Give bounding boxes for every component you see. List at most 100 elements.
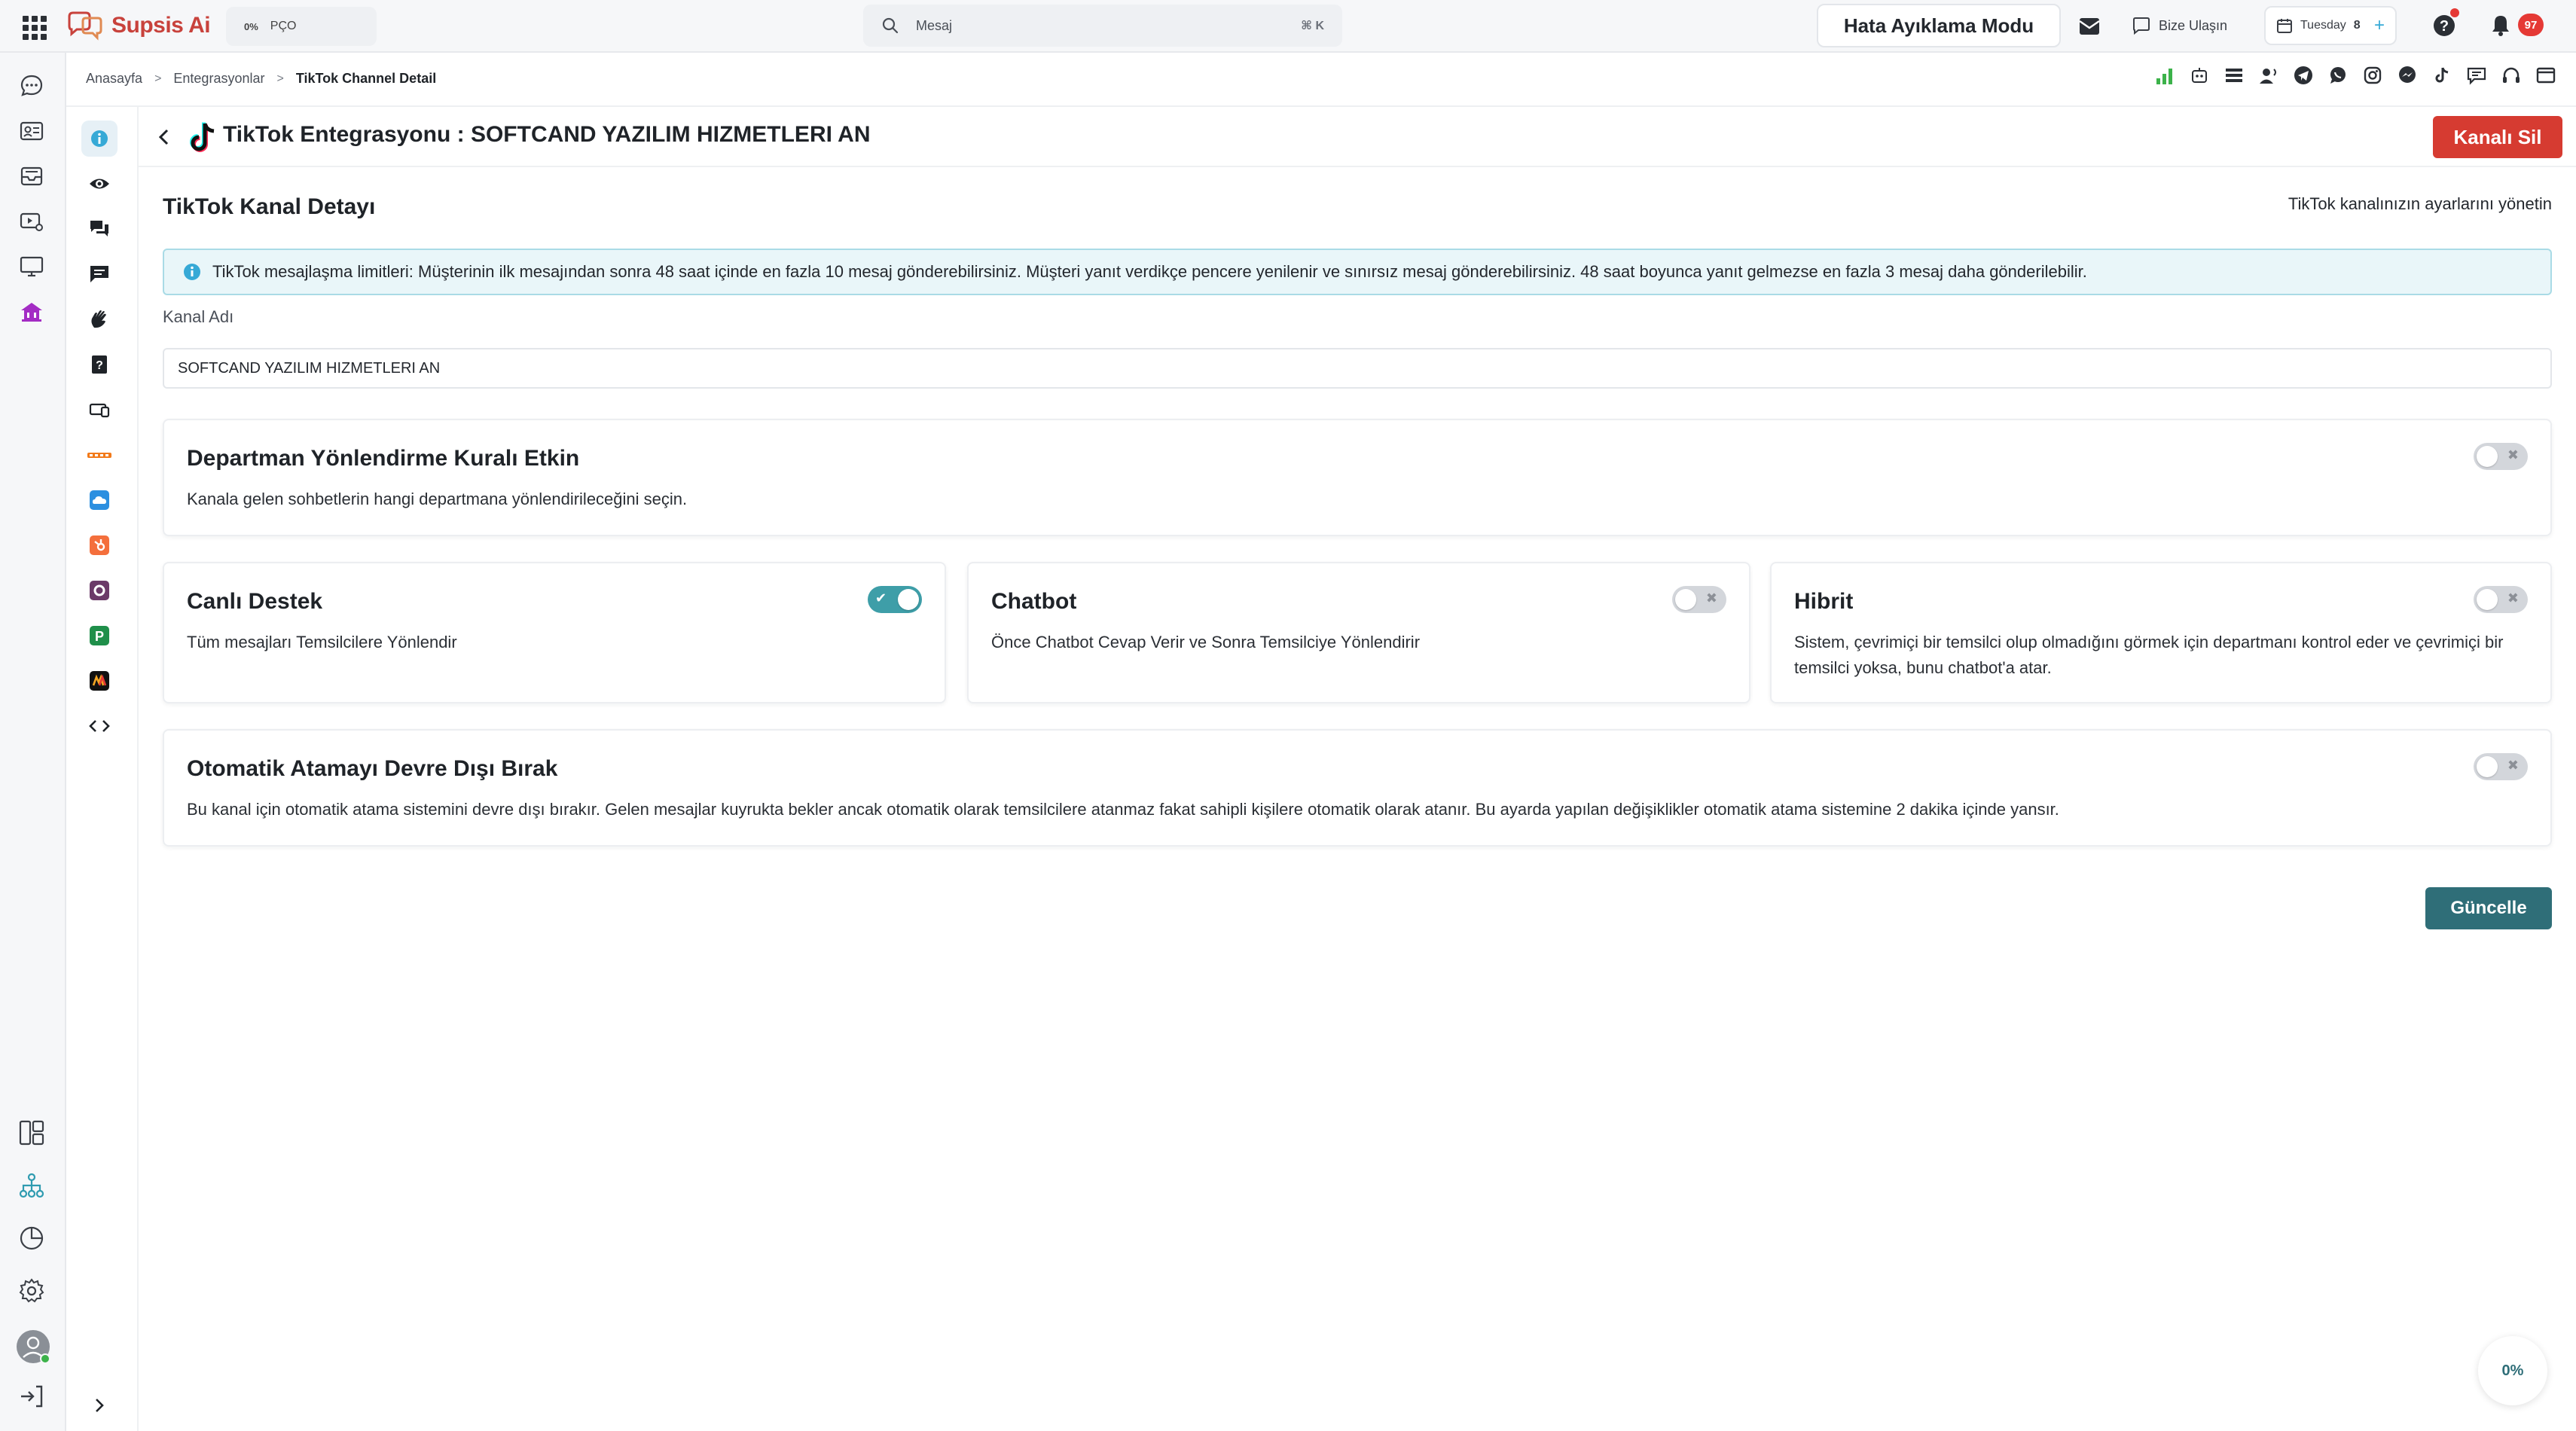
- integrations-home-icon[interactable]: [17, 297, 47, 327]
- notification-bell-icon[interactable]: [2487, 12, 2514, 39]
- channel-name-input[interactable]: [163, 348, 2552, 389]
- svg-text:?: ?: [2440, 18, 2449, 35]
- bot-icon[interactable]: [2189, 65, 2210, 86]
- expand-sidebar-icon[interactable]: [81, 1387, 118, 1423]
- cloud-icon[interactable]: [81, 482, 118, 518]
- global-search[interactable]: Mesaj ⌘ K: [863, 5, 1342, 47]
- conversations-icon[interactable]: [17, 71, 47, 101]
- hybrid-card[interactable]: Hibrit Sistem, çevrimiçi bir temsilci ol…: [1770, 562, 2552, 703]
- whatsapp-icon[interactable]: [2327, 65, 2349, 86]
- help-alert-dot: [2450, 8, 2459, 17]
- org-chart-icon[interactable]: [17, 1170, 47, 1201]
- toggle-off-mark: ✖: [1705, 590, 1717, 606]
- main-content: TikTok Entegrasyonu : SOFTCAND YAZILIM H…: [139, 107, 2576, 1431]
- headset-icon[interactable]: [2501, 65, 2522, 86]
- search-shortcut: ⌘ K: [1301, 20, 1324, 32]
- top-bar: Supsis Ai 0% PÇO Mesaj ⌘ K Hata Ayıklama…: [0, 0, 2576, 53]
- m-app-icon[interactable]: [81, 663, 118, 699]
- sms-icon[interactable]: [2466, 65, 2487, 86]
- toggle-off-mark: ✖: [2507, 758, 2519, 773]
- inbox-icon[interactable]: [17, 161, 47, 191]
- mail-icon[interactable]: [2076, 12, 2103, 39]
- live-support-card[interactable]: Canlı Destek Tüm mesajları Temsilcilere …: [163, 562, 946, 703]
- pco-label: PÇO: [270, 20, 297, 32]
- date-selector[interactable]: Tuesday 8 +: [2264, 6, 2397, 45]
- monitor-icon[interactable]: [17, 252, 47, 282]
- channel-shortcuts: [2154, 65, 2556, 86]
- message-icon[interactable]: [81, 256, 118, 292]
- chatbot-toggle[interactable]: ✖: [1672, 586, 1726, 613]
- hybrid-title: Hibrit: [1794, 589, 1854, 614]
- section-subtitle: TikTok kanalınızın ayarlarını yönetin: [2288, 194, 2552, 213]
- contact-us-label: Bize Ulaşın: [2159, 17, 2228, 33]
- main-nav-rail: [0, 53, 66, 1431]
- notification-count-badge: 97: [2518, 14, 2544, 36]
- live-support-title: Canlı Destek: [187, 589, 323, 614]
- add-event-button[interactable]: +: [2374, 15, 2385, 36]
- chatbot-card[interactable]: Chatbot Önce Chatbot Cevap Verir ve Sonr…: [967, 562, 1750, 703]
- hubspot-icon[interactable]: [81, 527, 118, 563]
- contact-us-button[interactable]: Bize Ulaşın: [2132, 8, 2252, 44]
- disable-auto-assign-toggle[interactable]: ✖: [2474, 753, 2528, 780]
- toggle-knob: [2477, 446, 2498, 467]
- toggle-knob: [2477, 589, 2498, 610]
- search-input[interactable]: Mesaj: [916, 18, 1301, 34]
- list-icon[interactable]: [2223, 65, 2245, 86]
- svg-text:P: P: [95, 629, 104, 644]
- p-app-icon[interactable]: P: [81, 618, 118, 654]
- chat-forum-icon[interactable]: [81, 211, 118, 247]
- toggle-knob: [1675, 589, 1696, 610]
- info-icon: [184, 264, 200, 280]
- devices-icon[interactable]: [81, 392, 118, 428]
- page-header: TikTok Entegrasyonu : SOFTCAND YAZILIM H…: [139, 107, 2576, 167]
- svg-text:?: ?: [96, 359, 103, 372]
- tiktok-logo-icon: [182, 117, 221, 157]
- toggle-on-mark: ✔: [875, 590, 887, 606]
- breadcrumb-home[interactable]: Anasayfa: [86, 71, 142, 87]
- back-chevron-icon[interactable]: [154, 127, 175, 148]
- page-title: TikTok Entegrasyonu : SOFTCAND YAZILIM H…: [223, 122, 871, 147]
- telegram-icon[interactable]: [2293, 65, 2314, 86]
- breadcrumb-current: TikTok Channel Detail: [295, 71, 437, 86]
- brand-logo[interactable]: Supsis Ai: [66, 8, 211, 44]
- search-icon: [882, 17, 899, 34]
- progress-badge[interactable]: 0%: [2478, 1336, 2547, 1405]
- toggle-off-mark: ✖: [2507, 590, 2519, 606]
- update-button[interactable]: Güncelle: [2425, 887, 2552, 929]
- info-icon[interactable]: [81, 121, 118, 157]
- breadcrumb: Anasayfa > Entegrasyonlar > TikTok Chann…: [86, 71, 436, 87]
- eye-icon[interactable]: [81, 166, 118, 202]
- disable-auto-assign-card: Otomatik Atamayı Devre Dışı Bırak Bu kan…: [163, 729, 2552, 847]
- pco-selector[interactable]: 0% PÇO: [226, 7, 377, 46]
- breadcrumb-separator-icon: >: [276, 72, 284, 85]
- department-routing-title: Departman Yönlendirme Kuralı Etkin: [187, 446, 580, 471]
- breadcrumb-integrations[interactable]: Entegrasyonlar: [173, 71, 264, 87]
- toggle-knob: [2477, 756, 2498, 777]
- instagram-icon[interactable]: [2362, 65, 2383, 86]
- media-settings-icon[interactable]: [17, 206, 47, 236]
- reports-pie-icon[interactable]: [17, 1223, 47, 1253]
- contacts-card-icon[interactable]: [17, 116, 47, 146]
- trendyol-icon[interactable]: [81, 437, 118, 473]
- layout-panels-icon[interactable]: [17, 1118, 47, 1148]
- debug-mode-button[interactable]: Hata Ayıklama Modu: [1817, 4, 2061, 47]
- settings-gear-icon[interactable]: [17, 1276, 47, 1306]
- apps-grid-icon[interactable]: [21, 14, 48, 41]
- user-avatar[interactable]: [15, 1329, 51, 1365]
- disable-auto-assign-desc: Bu kanal için otomatik atama sistemini d…: [187, 800, 2059, 819]
- help-book-icon[interactable]: ?: [81, 346, 118, 383]
- window-icon[interactable]: [2535, 65, 2556, 86]
- logout-icon[interactable]: [17, 1381, 47, 1411]
- code-icon[interactable]: [81, 708, 118, 744]
- wave-hand-icon[interactable]: [81, 301, 118, 337]
- messenger-icon[interactable]: [2397, 65, 2418, 86]
- live-support-desc: Tüm mesajları Temsilcilere Yönlendir: [187, 633, 457, 651]
- delete-channel-button[interactable]: Kanalı Sil: [2433, 116, 2562, 158]
- o-app-icon[interactable]: [81, 572, 118, 609]
- signal-bars-icon[interactable]: [2154, 65, 2175, 86]
- department-routing-toggle[interactable]: ✖: [2474, 443, 2528, 470]
- voice-user-icon[interactable]: [2258, 65, 2279, 86]
- hybrid-toggle[interactable]: ✖: [2474, 586, 2528, 613]
- live-support-toggle[interactable]: ✔: [868, 586, 922, 613]
- tiktok-icon[interactable]: [2431, 65, 2452, 86]
